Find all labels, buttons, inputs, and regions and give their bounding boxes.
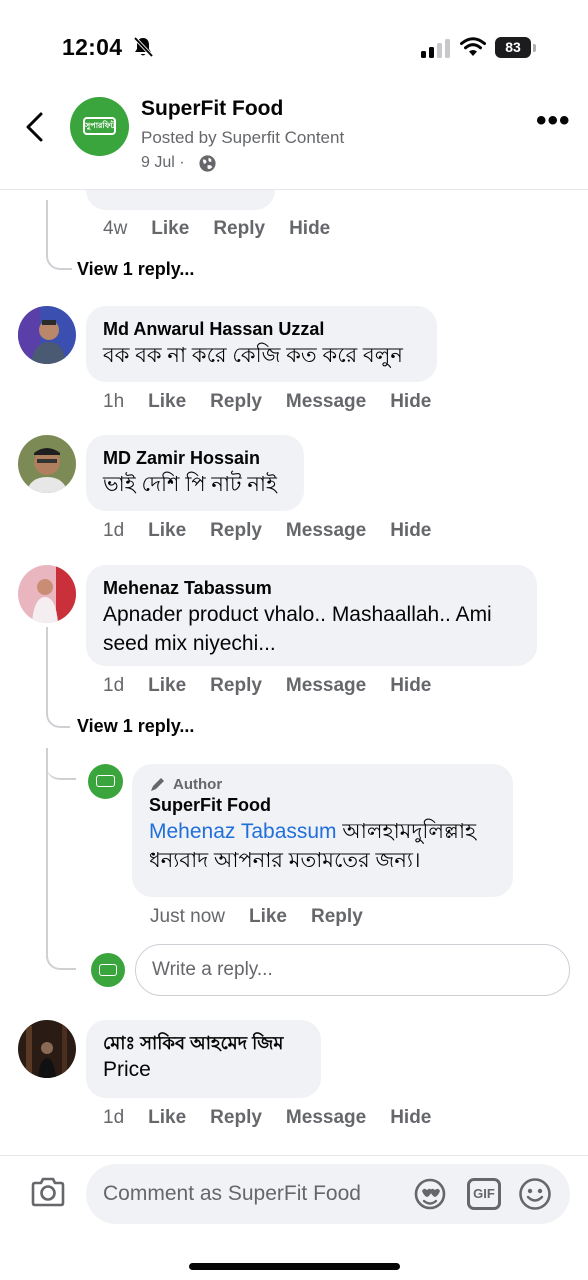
gif-button[interactable]: GIF: [467, 1178, 501, 1210]
cellular-signal-icon: [421, 39, 450, 58]
wifi-icon: [460, 37, 486, 56]
comment-author[interactable]: মোঃ সাকিব আহমেদ জিম: [103, 1031, 304, 1055]
page-avatar[interactable]: সুপারফিট: [70, 97, 129, 156]
reply-button[interactable]: Reply: [210, 520, 262, 542]
author-badge-label: Author: [173, 775, 223, 793]
like-button[interactable]: Like: [148, 391, 186, 413]
comment-bubble: Mehenaz Tabassum Apnader product vhalo..…: [86, 565, 537, 666]
thread-connector: [46, 748, 76, 780]
comment-input-placeholder: Comment as SuperFit Food: [103, 1182, 361, 1205]
message-button[interactable]: Message: [286, 1107, 366, 1129]
comment-time: 1h: [103, 391, 125, 412]
hide-button[interactable]: Hide: [390, 675, 431, 697]
comment-text: ভাই দেশি পি নাট নাই: [103, 473, 277, 496]
thread-connector: [46, 930, 76, 970]
hide-button[interactable]: Hide: [390, 1107, 431, 1129]
reply-button[interactable]: Reply: [210, 675, 262, 697]
post-date: 9 Jul ·: [141, 154, 185, 171]
comment-bubble: Md Anwarul Hassan Uzzal বক বক না করে কেজ…: [86, 306, 437, 382]
mention-link[interactable]: Mehenaz Tabassum: [149, 820, 337, 843]
like-button[interactable]: Like: [249, 906, 287, 928]
author-badge: Author: [149, 775, 496, 793]
avatar-sticker-icon[interactable]: [413, 1177, 447, 1211]
comment-time: 1d: [103, 675, 125, 696]
battery-level: 83: [495, 37, 531, 58]
view-replies-link[interactable]: View 1 reply...: [77, 716, 194, 737]
home-indicator[interactable]: [189, 1263, 400, 1270]
reply-input-avatar: [91, 953, 125, 987]
globe-icon: [199, 155, 216, 172]
reply-text-line: Mehenaz Tabassum আলহামদুলিল্লাহ: [149, 817, 496, 846]
reply-button[interactable]: Reply: [210, 391, 262, 413]
comment-bubble: মোঃ সাকিব আহমেদ জিম Price: [86, 1020, 321, 1098]
camera-icon[interactable]: [30, 1176, 66, 1208]
reply-input[interactable]: Write a reply...: [135, 944, 570, 996]
comment-text: Price: [103, 1058, 151, 1081]
message-button[interactable]: Message: [286, 520, 366, 542]
comment-time: 1d: [103, 1107, 125, 1128]
page-name[interactable]: SuperFit Food: [141, 97, 283, 121]
pencil-icon: [151, 778, 164, 791]
comment-text: বক বক না করে কেজি কত করে বলুন: [103, 344, 403, 367]
thread-connector: [46, 200, 72, 270]
message-button[interactable]: Message: [286, 391, 366, 413]
message-button[interactable]: Message: [286, 675, 366, 697]
reply-button[interactable]: Reply: [311, 906, 363, 928]
reply-button[interactable]: Reply: [213, 218, 265, 240]
like-button[interactable]: Like: [148, 520, 186, 542]
avatar[interactable]: [18, 306, 76, 364]
comment-actions: 1h Like Reply Message Hide: [103, 391, 455, 413]
comment-composer-bar: Comment as SuperFit Food GIF: [0, 1155, 588, 1280]
battery-cap: [533, 44, 536, 52]
comment-time: 1d: [103, 520, 125, 541]
comment-author[interactable]: Mehenaz Tabassum: [103, 576, 520, 600]
avatar[interactable]: [18, 565, 76, 623]
reply-author-avatar[interactable]: [88, 764, 123, 799]
comment-text-line: seed mix niyechi...: [103, 632, 276, 655]
posted-by-label: Posted by Superfit Content: [141, 128, 345, 147]
comment-author[interactable]: Md Anwarul Hassan Uzzal: [103, 317, 420, 341]
bell-muted-icon: [133, 36, 154, 58]
comment-actions: 1d Like Reply Message Hide: [103, 520, 455, 542]
page-logo-text: সুপারফিট: [83, 117, 116, 135]
hide-button[interactable]: Hide: [289, 218, 330, 240]
hide-button[interactable]: Hide: [390, 391, 431, 413]
like-button[interactable]: Like: [148, 675, 186, 697]
reply-time: Just now: [150, 906, 225, 927]
reply-actions: Just now Like Reply: [150, 906, 387, 928]
comment-time: 4w: [103, 218, 128, 239]
post-header: সুপারফিট SuperFit Food Posted by Superfi…: [0, 90, 588, 190]
reply-button[interactable]: Reply: [210, 1107, 262, 1129]
reply-bubble: Author SuperFit Food Mehenaz Tabassum আল…: [132, 764, 513, 897]
comment-actions: 4w Like Reply Hide: [103, 218, 354, 240]
like-button[interactable]: Like: [151, 218, 189, 240]
comment-actions: 1d Like Reply Message Hide: [103, 1107, 455, 1129]
battery-indicator: 83: [495, 37, 537, 59]
emoji-icon[interactable]: [518, 1177, 552, 1211]
like-button[interactable]: Like: [148, 1107, 186, 1129]
comment-bubble: MD Zamir Hossain ভাই দেশি পি নাট নাই: [86, 435, 304, 511]
more-options-button[interactable]: •••: [536, 106, 570, 136]
reply-author-logo-mark: [96, 775, 115, 787]
back-arrow-icon[interactable]: [22, 110, 48, 144]
reply-text-part: আলহামদুলিল্লাহ: [336, 820, 477, 843]
comment-author[interactable]: MD Zamir Hossain: [103, 446, 287, 470]
hide-button[interactable]: Hide: [390, 520, 431, 542]
thread-connector: [46, 690, 70, 728]
reply-text-line: ধন্যবাদ আপনার মতামতের জন্য।: [149, 849, 421, 872]
reply-input-logo-mark: [99, 964, 117, 976]
status-time: 12:04: [62, 34, 123, 60]
status-bar: 12:04 83: [0, 0, 588, 90]
comment-text-line: Apnader product vhalo.. Mashaallah.. Ami: [103, 603, 492, 626]
reply-author[interactable]: SuperFit Food: [149, 793, 496, 817]
view-replies-link[interactable]: View 1 reply...: [77, 259, 194, 280]
comment-input[interactable]: Comment as SuperFit Food GIF: [86, 1164, 570, 1224]
avatar[interactable]: [18, 1020, 76, 1078]
thread-line: [46, 748, 48, 958]
avatar[interactable]: [18, 435, 76, 493]
comment-actions: 1d Like Reply Message Hide: [103, 675, 455, 697]
